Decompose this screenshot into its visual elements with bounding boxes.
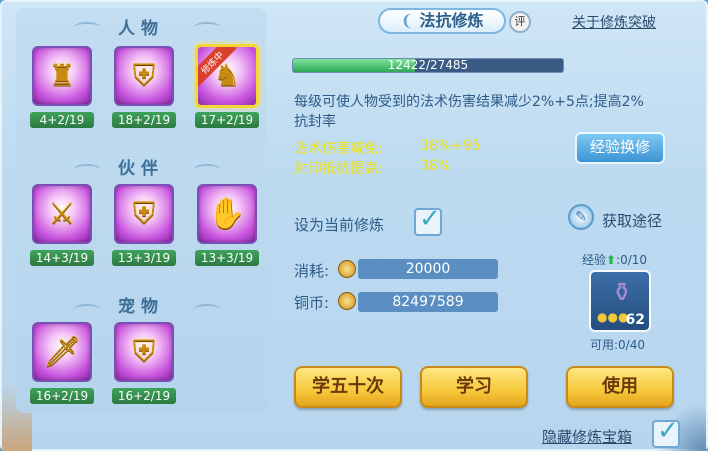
slot-character-3[interactable]: 修炼中 ♞ — [195, 44, 259, 108]
coin-icon — [338, 260, 356, 278]
hide-chest-checkbox[interactable]: ✓ — [652, 416, 680, 448]
cultivation-title: 法抗修炼 — [419, 11, 484, 30]
beast-shield-icon: ⛨ — [132, 196, 156, 232]
slot-level-badge: 16+2/19 — [30, 388, 94, 404]
checkmark-icon: ✓ — [657, 416, 679, 446]
stat-magic-reduction: 法术伤害减免: 38%+95 — [294, 138, 481, 158]
cultivation-title-tab: ❨ 法抗修炼 — [378, 8, 506, 34]
swirl-ornament — [194, 304, 220, 314]
slot-partner-2[interactable]: ⛨ — [114, 184, 174, 244]
beast-sword-icon: ⚔ — [48, 196, 76, 232]
cost-label: 消耗: — [294, 262, 330, 280]
stat-label: 封印抵抗提高: — [294, 161, 383, 177]
stat-label: 法术伤害减免: — [294, 141, 383, 157]
slot-partner-1[interactable]: ⚔ — [32, 184, 92, 244]
copper-coin-label: 铜币: — [294, 294, 330, 312]
chest-exp-indicator: 经验⬆:0/10 — [582, 251, 647, 268]
cultivation-window: 人物 ♜ 4+2/19 ⛨ 18+2/19 修炼中 ♞ 17+2/19 伙伴 ⚔… — [0, 0, 708, 451]
learn-button[interactable]: 学习 — [420, 366, 528, 408]
cultivation-chest-item[interactable]: ⚱ ●●● 62 — [589, 270, 651, 332]
slot-character-2[interactable]: ⛨ — [114, 46, 174, 106]
use-button[interactable]: 使用 — [566, 366, 674, 408]
slot-level-badge: 4+2/19 — [30, 112, 94, 128]
experience-progress-bar: 12422/27485 — [292, 58, 564, 73]
section-title-pet: 宠物 — [118, 297, 164, 317]
slot-level-badge: 13+3/19 — [112, 250, 176, 266]
slot-level-badge: 18+2/19 — [112, 112, 176, 128]
gold-coins-icon: ●●● — [597, 310, 629, 324]
chest-item-count: 62 — [625, 312, 645, 328]
swirl-ornament — [194, 22, 220, 32]
exchange-exp-button[interactable]: 经验换修 — [575, 132, 665, 164]
book-icon[interactable]: ✎ — [568, 204, 594, 230]
stat-seal-resist: 封印抵抗提高: 38% — [294, 158, 451, 178]
chest-usable-count: 可用:0/40 — [590, 338, 645, 352]
section-title-character: 人物 — [118, 19, 164, 39]
arrow-up-icon: ⬆ — [606, 253, 617, 267]
slot-level-badge: 14+3/19 — [30, 250, 94, 266]
set-current-checkbox[interactable]: ✓ — [414, 204, 442, 236]
golden-armor-shield-icon: ⛨ — [132, 58, 156, 94]
stat-value: 38% — [420, 158, 452, 174]
slot-pet-1[interactable]: 🗡 — [32, 322, 92, 382]
beast-claw-icon: ✋ — [208, 196, 246, 232]
learn-fifty-button[interactable]: 学五十次 — [294, 366, 402, 408]
copper-coin-value: 82497589 — [358, 292, 498, 312]
set-current-label: 设为当前修炼 — [294, 216, 385, 234]
slot-level-badge: 16+2/19 — [112, 388, 176, 404]
slot-partner-3[interactable]: ✋ — [197, 184, 257, 244]
swirl-ornament: ❨ — [400, 11, 414, 30]
stat-value: 38%+95 — [420, 138, 481, 154]
golden-figure-icon: ♜ — [48, 58, 76, 94]
cultivation-description: 每级可使人物受到的法术伤害结果减少2%+5点;提高2%抗封率 — [294, 94, 644, 130]
pet-shield-icon: ⛨ — [132, 334, 156, 370]
pet-sword-icon: 🗡 — [42, 334, 82, 370]
swirl-ornament — [194, 164, 220, 174]
obtain-source-link[interactable]: 获取途径 — [602, 210, 662, 231]
slot-character-1[interactable]: ♜ — [32, 46, 92, 106]
checkmark-icon: ✓ — [419, 204, 441, 234]
slot-level-badge: 17+2/19 — [195, 112, 259, 128]
rate-icon[interactable]: 评 — [509, 11, 531, 33]
chest-exp-count: :0/10 — [616, 253, 648, 267]
golden-warrior-icon: ♞ — [213, 58, 241, 94]
vase-icon: ⚱ — [611, 278, 633, 308]
slot-level-badge: 13+3/19 — [195, 250, 259, 266]
coin-icon — [338, 292, 356, 310]
section-title-partner: 伙伴 — [118, 159, 164, 179]
hide-chest-label[interactable]: 隐藏修炼宝箱 — [542, 426, 632, 447]
slot-pet-2[interactable]: ⛨ — [114, 322, 174, 382]
experience-progress-text: 12422/27485 — [387, 58, 469, 72]
cost-value: 20000 — [358, 259, 498, 279]
chest-exp-label: 经验 — [582, 253, 607, 267]
breakthrough-link[interactable]: 关于修炼突破 — [572, 12, 656, 32]
